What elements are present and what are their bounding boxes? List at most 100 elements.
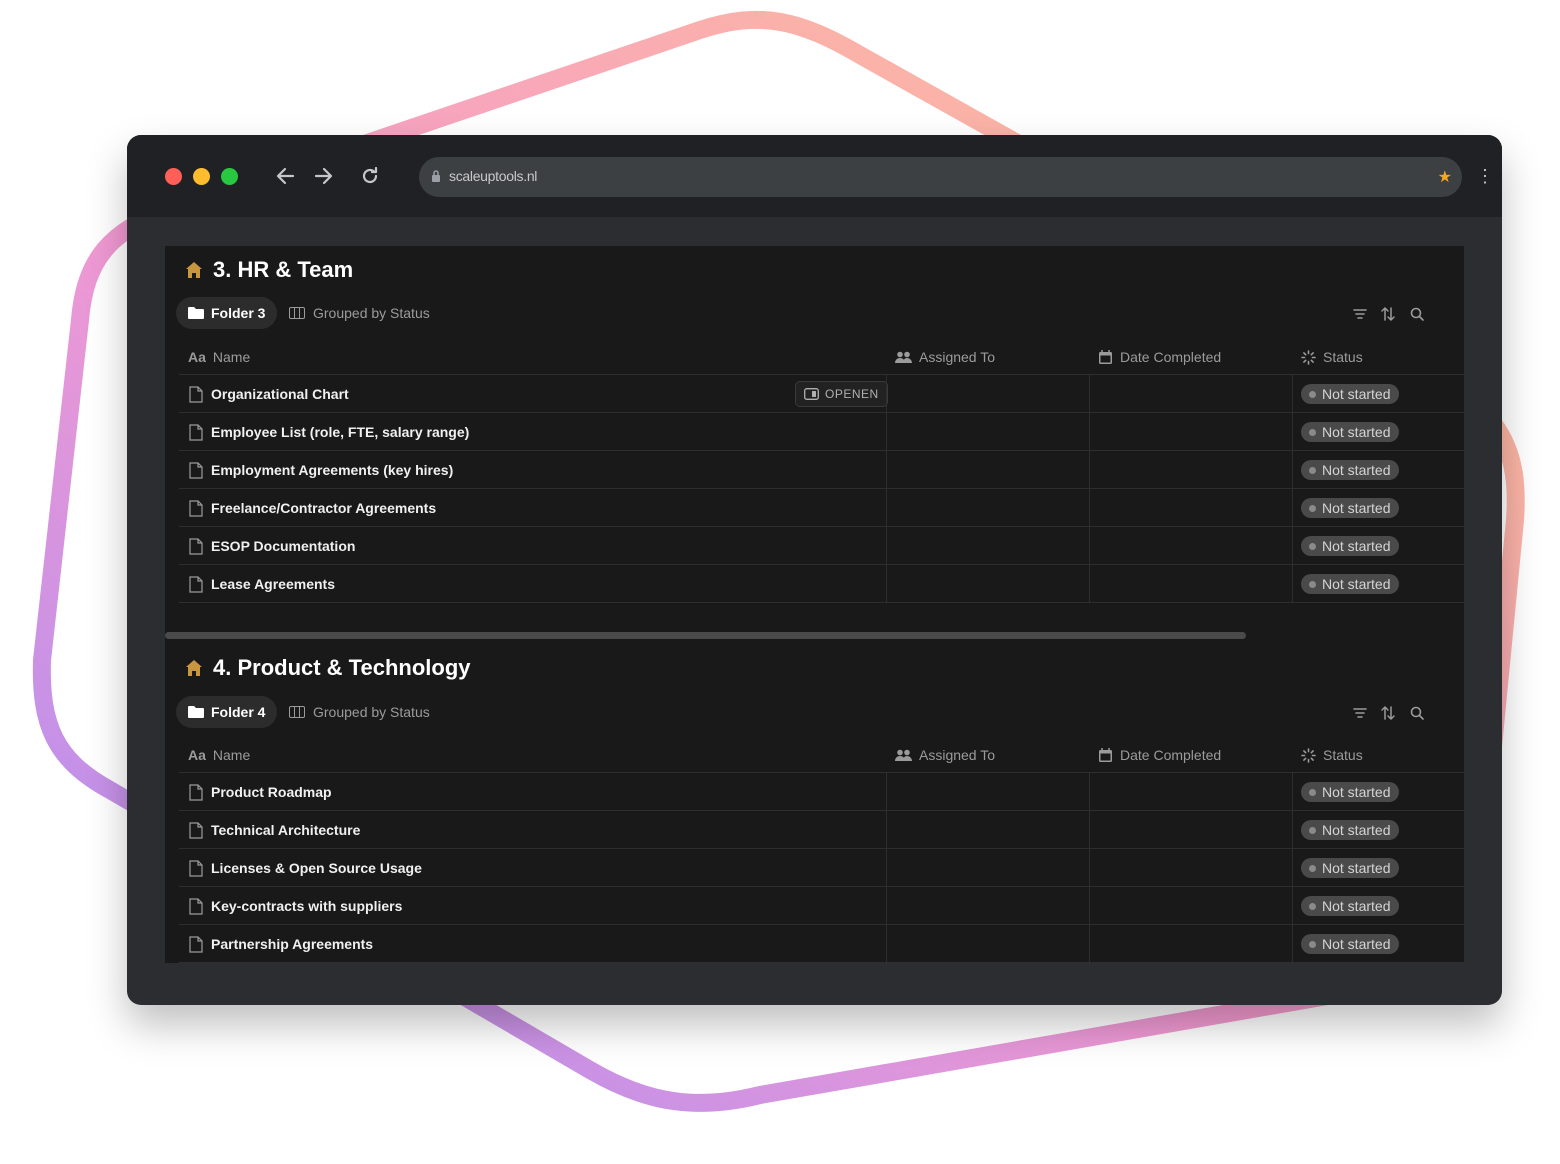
horizontal-scrollbar[interactable] bbox=[165, 632, 1246, 639]
row-name[interactable]: Employment Agreements (key hires) bbox=[189, 451, 453, 489]
cell-divider bbox=[1292, 489, 1293, 526]
tab-folder-4[interactable]: Folder 4 bbox=[176, 696, 278, 728]
section-title: 3. HR & Team bbox=[185, 256, 353, 284]
house-icon bbox=[186, 262, 202, 278]
document-icon bbox=[189, 499, 203, 517]
row-name[interactable]: Key-contracts with suppliers bbox=[189, 887, 402, 925]
reload-icon[interactable] bbox=[357, 163, 383, 189]
table-row[interactable]: Organizational Chart OPENEN Not started bbox=[179, 375, 1464, 413]
column-header-date[interactable]: Date Completed bbox=[1098, 737, 1221, 773]
open-button[interactable]: OPENEN bbox=[795, 381, 888, 407]
status-badge[interactable]: Not started bbox=[1301, 498, 1400, 518]
view-label: Grouped by Status bbox=[313, 704, 430, 720]
status-badge[interactable]: Not started bbox=[1301, 858, 1400, 878]
status-badge[interactable]: Not started bbox=[1301, 782, 1400, 802]
sort-icon[interactable] bbox=[1379, 704, 1397, 722]
cell-divider bbox=[1089, 925, 1090, 962]
cell-divider bbox=[1089, 527, 1090, 564]
row-name[interactable]: Organizational Chart bbox=[189, 375, 349, 413]
status-badge[interactable]: Not started bbox=[1301, 422, 1400, 442]
back-arrow-icon[interactable] bbox=[273, 163, 299, 189]
row-title: Employee List (role, FTE, salary range) bbox=[211, 424, 470, 440]
status-text: Not started bbox=[1322, 898, 1391, 914]
column-header-name[interactable]: Aa Name bbox=[188, 339, 250, 375]
filter-icon[interactable] bbox=[1351, 305, 1369, 323]
column-header-status[interactable]: Status bbox=[1301, 737, 1363, 773]
document-icon bbox=[189, 935, 203, 953]
browser-toolbar: scaleuptools.nl ★ ⋮ bbox=[127, 135, 1502, 217]
cell-divider bbox=[1292, 811, 1293, 848]
status-badge[interactable]: Not started bbox=[1301, 536, 1400, 556]
maximize-window-button[interactable] bbox=[221, 168, 238, 185]
text-property-icon: Aa bbox=[188, 349, 206, 365]
status-text: Not started bbox=[1322, 386, 1391, 402]
minimize-window-button[interactable] bbox=[193, 168, 210, 185]
status-badge[interactable]: Not started bbox=[1301, 574, 1400, 594]
status-badge[interactable]: Not started bbox=[1301, 934, 1400, 954]
status-badge[interactable]: Not started bbox=[1301, 384, 1400, 404]
cell-divider bbox=[1089, 413, 1090, 450]
row-name[interactable]: Technical Architecture bbox=[189, 811, 360, 849]
search-icon[interactable] bbox=[1408, 305, 1426, 323]
column-header-status[interactable]: Status bbox=[1301, 339, 1363, 375]
status-dot bbox=[1309, 864, 1316, 872]
status-badge[interactable]: Not started bbox=[1301, 820, 1400, 840]
tab-folder-3[interactable]: Folder 3 bbox=[176, 297, 278, 329]
row-name[interactable]: ESOP Documentation bbox=[189, 527, 355, 565]
more-menu-icon[interactable]: ⋮ bbox=[1476, 165, 1494, 187]
cell-divider bbox=[1089, 887, 1090, 924]
status-icon bbox=[1301, 349, 1316, 365]
table-row[interactable]: ESOP Documentation Not started bbox=[179, 527, 1464, 565]
search-icon[interactable] bbox=[1408, 704, 1426, 722]
people-icon bbox=[895, 351, 912, 363]
document-icon bbox=[189, 897, 203, 915]
cell-divider bbox=[886, 565, 887, 602]
sort-icon[interactable] bbox=[1379, 305, 1397, 323]
column-header-assigned[interactable]: Assigned To bbox=[895, 339, 995, 375]
tab-grouped-by-status[interactable]: Grouped by Status bbox=[289, 297, 430, 329]
row-title: ESOP Documentation bbox=[211, 538, 356, 554]
table-row[interactable]: Freelance/Contractor Agreements Not star… bbox=[179, 489, 1464, 527]
filter-icon[interactable] bbox=[1351, 704, 1369, 722]
row-name[interactable]: Product Roadmap bbox=[189, 773, 332, 811]
table-row[interactable]: Partnership Agreements Not started bbox=[179, 925, 1464, 963]
row-name[interactable]: Licenses & Open Source Usage bbox=[189, 849, 422, 887]
table-row[interactable]: Licenses & Open Source Usage Not started bbox=[179, 849, 1464, 887]
column-header-date[interactable]: Date Completed bbox=[1098, 339, 1221, 375]
status-dot bbox=[1309, 902, 1316, 910]
table-row[interactable]: Lease Agreements Not started bbox=[179, 565, 1464, 603]
status-dot bbox=[1309, 580, 1316, 588]
table-row[interactable]: Employment Agreements (key hires) Not st… bbox=[179, 451, 1464, 489]
close-window-button[interactable] bbox=[165, 168, 182, 185]
cell-divider bbox=[886, 925, 887, 962]
table-row[interactable]: Technical Architecture Not started bbox=[179, 811, 1464, 849]
row-name[interactable]: Lease Agreements bbox=[189, 565, 335, 603]
document-icon bbox=[189, 423, 203, 441]
row-name[interactable]: Freelance/Contractor Agreements bbox=[189, 489, 436, 527]
row-name[interactable]: Partnership Agreements bbox=[189, 925, 373, 963]
row-name[interactable]: Employee List (role, FTE, salary range) bbox=[189, 413, 469, 451]
table-row[interactable]: Key-contracts with suppliers Not started bbox=[179, 887, 1464, 925]
side-peek-icon bbox=[804, 388, 819, 400]
cell-divider bbox=[886, 413, 887, 450]
board-view-icon bbox=[289, 307, 305, 319]
bookmark-star-icon[interactable]: ★ bbox=[1438, 167, 1452, 187]
cell-divider bbox=[886, 375, 887, 412]
column-header-name[interactable]: Aa Name bbox=[188, 737, 250, 773]
status-icon bbox=[1301, 747, 1316, 763]
forward-arrow-icon[interactable] bbox=[310, 163, 336, 189]
tab-grouped-by-status[interactable]: Grouped by Status bbox=[289, 696, 430, 728]
status-dot bbox=[1309, 428, 1316, 436]
status-badge[interactable]: Not started bbox=[1301, 896, 1400, 916]
status-dot bbox=[1309, 940, 1316, 948]
cell-divider bbox=[1089, 451, 1090, 488]
table-row[interactable]: Product Roadmap Not started bbox=[179, 773, 1464, 811]
status-badge[interactable]: Not started bbox=[1301, 460, 1400, 480]
column-header-assigned[interactable]: Assigned To bbox=[895, 737, 995, 773]
status-text: Not started bbox=[1322, 576, 1391, 592]
table-header: Aa Name Assigned To Date Completed Statu… bbox=[179, 339, 1464, 375]
document-icon bbox=[189, 575, 203, 593]
address-bar[interactable]: scaleuptools.nl ★ bbox=[419, 157, 1462, 197]
table-row[interactable]: Employee List (role, FTE, salary range) … bbox=[179, 413, 1464, 451]
calendar-icon bbox=[1099, 349, 1112, 364]
